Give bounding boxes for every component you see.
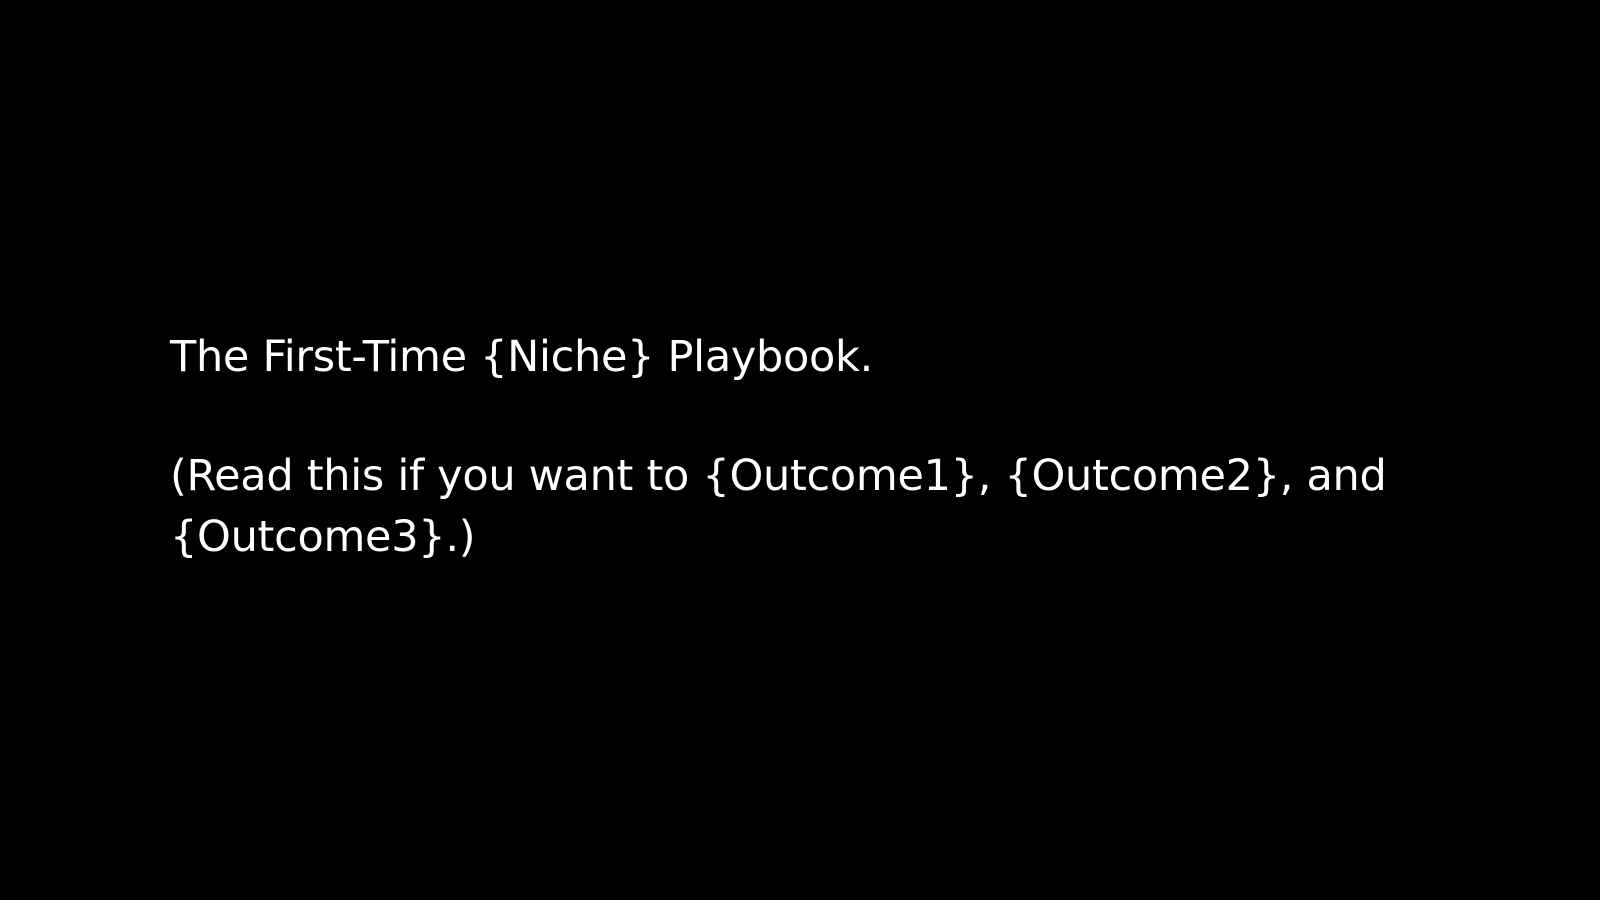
slide-title: The First-Time {Niche} Playbook. <box>170 332 874 382</box>
slide-subtitle: (Read this if you want to {Outcome1}, {O… <box>170 451 1387 562</box>
slide-content: The First-Time {Niche} Playbook. (Read t… <box>170 327 1410 568</box>
slide: The First-Time {Niche} Playbook. (Read t… <box>0 0 1600 900</box>
